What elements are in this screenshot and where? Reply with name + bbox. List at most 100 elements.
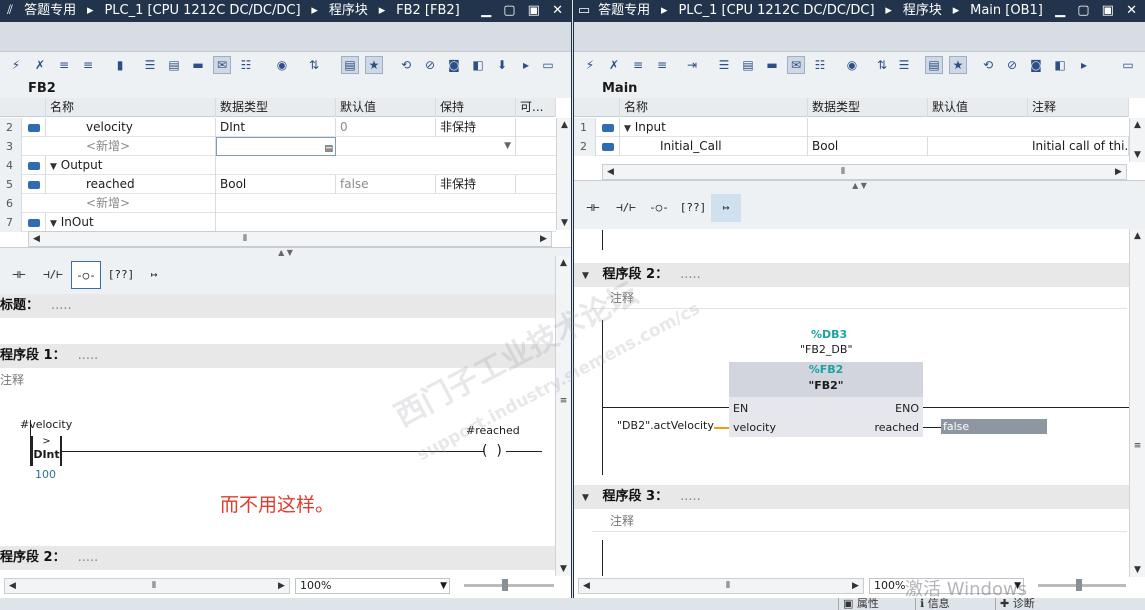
scroll-down-icon[interactable]: ▼ <box>1130 563 1145 577</box>
table-row[interactable]: 2 velocity DInt 0 非保持 <box>0 118 556 137</box>
wizard-icon[interactable]: ★ <box>365 56 383 74</box>
interface-hscrollbar[interactable]: ◀ ⦀ ▶ <box>602 164 1127 180</box>
branch-icon[interactable]: ↦ <box>711 194 741 222</box>
out-operand[interactable]: false <box>941 419 1047 434</box>
empty-box-icon[interactable]: [??] <box>678 194 708 222</box>
stop-icon[interactable]: ⊘ <box>422 57 438 73</box>
table-row[interactable]: 2 Initial_Call Bool Initial call of thi.… <box>574 137 1129 156</box>
row-name[interactable]: ▼ InOut <box>46 213 216 232</box>
db-address[interactable]: %DB3 <box>811 328 847 341</box>
interface-vscrollbar[interactable]: ▲ ▼ <box>1129 118 1145 162</box>
breadcrumb-project[interactable]: 答题专用 <box>598 3 650 18</box>
zoom-slider-thumb[interactable] <box>1076 579 1082 591</box>
open-all-icon[interactable]: ▤ <box>740 57 756 73</box>
editor-vscrollbar[interactable]: ▲ ≡ ▼ <box>1129 229 1145 577</box>
network-3-comment[interactable]: 注释 <box>592 510 1127 532</box>
comment-icon[interactable]: ✉ <box>787 56 805 74</box>
row-name[interactable]: velocity <box>46 118 216 137</box>
network-2-comment[interactable]: 注释 <box>592 287 1127 309</box>
zoom-select[interactable]: 100% ▼ <box>295 578 450 594</box>
row-add[interactable]: <新增> <box>46 194 216 213</box>
tab-properties[interactable]: ▣ 属性 <box>838 598 910 610</box>
network-2-header[interactable]: 程序段 2：..... <box>0 546 555 570</box>
breadcrumb-plc[interactable]: PLC_1 [CPU 1212C DC/DC/DC] <box>678 3 874 18</box>
editor-hscrollbar[interactable]: ◀ ⦀ ▶ <box>578 578 864 594</box>
row-comment[interactable]: Initial call of thi... <box>1028 137 1129 156</box>
coil-icon[interactable]: -○- <box>644 194 674 222</box>
close-all-icon[interactable]: ▬ <box>190 57 206 73</box>
zoom-slider[interactable] <box>1038 579 1126 591</box>
row-datatype[interactable]: DInt <box>216 118 336 137</box>
collapse-icon[interactable]: ▼ <box>50 219 57 229</box>
collapse-icon[interactable]: ▼ <box>582 271 589 281</box>
table-row[interactable]: 6 <新增> <box>0 194 556 213</box>
delete-network-icon[interactable]: ✗ <box>606 57 622 73</box>
row-default[interactable]: false <box>336 175 436 194</box>
no-contact-icon[interactable]: ⊣⊢ <box>578 194 608 222</box>
monitor-icon[interactable]: ▮ <box>112 57 128 73</box>
scroll-left-icon[interactable]: ◀ <box>603 165 618 179</box>
row-default[interactable]: 0 <box>336 118 436 137</box>
table-row[interactable]: 5 reached Bool false 非保持 <box>0 175 556 194</box>
collapse-icon[interactable]: ▼ <box>50 162 57 172</box>
go-to-icon[interactable]: ⇥ <box>684 57 700 73</box>
coil[interactable]: ( ) <box>482 442 506 462</box>
col-name[interactable]: 名称 <box>620 98 808 117</box>
scroll-right-icon[interactable]: ▶ <box>536 232 551 246</box>
breadcrumb-program-blocks[interactable]: 程序块 <box>329 3 368 18</box>
row-retain[interactable]: 非保持 <box>436 175 516 194</box>
pin-icon[interactable]: ⫽ <box>0 0 20 22</box>
contact-operand[interactable]: #velocity <box>20 418 72 431</box>
row-retain[interactable]: 非保持 <box>436 118 516 137</box>
fb-header[interactable]: %FB2 "FB2" <box>729 362 923 397</box>
col-comment[interactable]: 注释 <box>1028 98 1129 117</box>
row-name[interactable]: reached <box>46 175 216 194</box>
absolute-address-icon[interactable]: ▤ <box>925 56 943 74</box>
align-icon[interactable]: ☰ <box>142 57 158 73</box>
breadcrumb-block[interactable]: FB2 [FB2] <box>396 3 460 18</box>
break-icon[interactable]: ⟲ <box>980 57 996 73</box>
list-icon[interactable]: ▤ <box>324 140 333 155</box>
comment-icon[interactable]: ✉ <box>213 56 231 74</box>
breadcrumb-plc[interactable]: PLC_1 [CPU 1212C DC/DC/DC] <box>104 3 300 18</box>
scroll-down-icon[interactable]: ▼ <box>1130 148 1145 162</box>
fb-box[interactable]: EN ENO velocity reached <box>729 397 923 437</box>
tab-info[interactable]: ℹ 信息 <box>915 598 987 610</box>
window-controls[interactable]: ▁ ▢ ▣ ✕ <box>1055 0 1141 22</box>
branch-icon[interactable]: ↦ <box>139 261 169 289</box>
align-icon[interactable]: ☰ <box>716 57 732 73</box>
download-icon[interactable]: ⬇ <box>494 57 510 73</box>
favorites-icon[interactable]: ☷ <box>812 57 828 73</box>
scroll-thumb[interactable]: ⦀ <box>719 579 737 593</box>
collapse-icon[interactable]: ▼ <box>582 493 589 503</box>
favorites-icon[interactable]: ☷ <box>238 57 254 73</box>
table-row[interactable]: 7 ▼ InOut <box>0 213 556 232</box>
empty-box-icon[interactable]: [??] <box>106 261 136 289</box>
scroll-down-icon[interactable]: ▼ <box>556 562 571 576</box>
window-icon[interactable]: ▭ <box>574 0 594 22</box>
snapshot-icon[interactable]: ◙ <box>1028 57 1044 73</box>
row-name[interactable]: ▼ Input <box>620 118 808 137</box>
editor-vscrollbar[interactable]: ▲ ≡ ▼ <box>555 256 571 576</box>
table-row[interactable]: 4 ▼ Output <box>0 156 556 175</box>
chevron-down-icon[interactable]: ▼ <box>504 137 511 156</box>
block-title[interactable]: 标题：..... <box>0 294 555 318</box>
insert-row-icon[interactable]: ≡ <box>56 57 72 73</box>
insert-network-icon[interactable]: ⚡ <box>582 57 598 73</box>
row-add[interactable]: <新增> <box>46 137 216 156</box>
snapshot-icon[interactable]: ◙ <box>446 57 462 73</box>
close-all-icon[interactable]: ▬ <box>764 57 780 73</box>
row-datatype[interactable]: Bool <box>216 175 336 194</box>
chevron-down-icon[interactable]: ▼ <box>440 579 447 593</box>
scroll-up-icon[interactable]: ▲ <box>1130 118 1145 132</box>
insert-network-icon[interactable]: ⚡ <box>8 57 24 73</box>
db-name[interactable]: "FB2_DB" <box>800 343 853 356</box>
no-contact-icon[interactable]: ⊣⊢ <box>4 261 34 289</box>
pane-menu-icon[interactable]: ▭ <box>1120 57 1136 73</box>
pane-menu-icon[interactable]: ▭ <box>540 57 556 73</box>
compare-value[interactable]: 100 <box>35 468 56 481</box>
breadcrumb-program-blocks[interactable]: 程序块 <box>903 3 942 18</box>
absolute-address-icon[interactable]: ▤ <box>341 56 359 74</box>
in-operand[interactable]: "DB2".actVelocity <box>617 419 714 432</box>
zoom-slider[interactable] <box>464 579 554 591</box>
